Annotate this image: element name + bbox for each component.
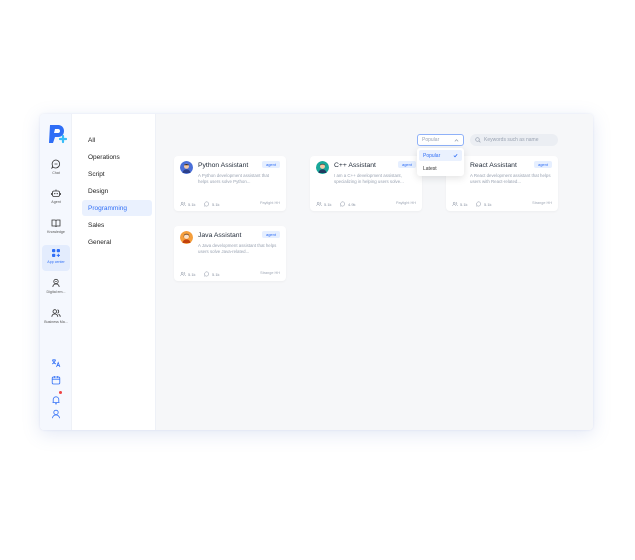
users-icon [180,271,186,277]
category-panel: All Operations Script Design Programming… [72,114,156,430]
category-sales[interactable]: Sales [82,217,152,233]
card-comments-stat: 5.1k [204,271,220,277]
card-comments-stat: 5.1k [204,201,220,207]
rail-label: Business Ma... [44,320,68,324]
translate-icon[interactable] [51,358,61,368]
category-general[interactable]: General [82,234,152,250]
rail-label: Chat [52,171,60,175]
rail-label: Agent [51,200,61,204]
assistant-card-python[interactable]: Python Assistant agent A Python developm… [174,156,286,211]
rail-item-chat[interactable]: Chat [42,156,70,182]
main-content: Popular Popular Latest Keywords such as … [156,114,593,430]
apps-icon [52,249,60,257]
sort-dropdown: Popular Latest [417,148,464,176]
card-badge: agent [261,231,280,238]
rail-item-agent[interactable]: Agent [42,185,70,211]
card-author: Strange HH [532,201,552,205]
notifications[interactable] [51,391,62,405]
card-description: A React development assistant that helps… [470,173,551,184]
card-description: A Python development assistant that help… [198,173,270,184]
search-placeholder: Keywords such as name [484,137,539,143]
card-title: C++ Assistant [334,162,376,169]
rail-label: Knowledge [47,230,65,234]
users-icon [452,201,458,207]
notification-dot [59,391,62,394]
card-author: Paylight HH [259,201,280,205]
card-title: React Assistant [470,162,517,169]
card-users-count: 5.1k [188,271,196,277]
rail-label: Digital em... [46,290,66,294]
card-comments-count: 5.1k [212,201,220,207]
app-window: Chat Agent Knowledge App center Digital … [40,114,593,430]
rail-item-knowledge[interactable]: Knowledge [42,215,70,241]
sort-option-label: Latest [423,165,437,172]
book-icon [51,219,61,228]
assistant-card-cpp[interactable]: C++ Assistant agent I am a C++ developme… [310,156,422,211]
rail-item-digital-employee[interactable]: Digital em... [42,275,70,301]
sort-option-latest[interactable]: Latest [419,163,462,174]
rail-item-business-management[interactable]: Business Ma... [42,305,70,331]
category-all[interactable]: All [82,132,152,148]
calendar-icon[interactable] [51,375,61,385]
category-programming[interactable]: Programming [82,200,152,216]
avatar [180,231,193,244]
bell-icon [52,396,60,405]
card-users-count: 5.1k [188,201,196,207]
comment-icon [204,201,209,207]
card-comments-count: 5.1k [484,201,492,207]
sort-option-label: Popular [423,152,441,159]
users-icon [51,309,61,317]
card-comments-count: 5.1k [212,271,220,277]
robot-icon [51,189,61,197]
chat-icon [51,159,61,169]
card-author: Strange HH [260,271,280,275]
users-icon [316,201,322,207]
search-icon [475,137,481,143]
comment-icon [476,201,481,207]
sort-select-value: Popular [422,137,440,143]
card-title: Java Assistant [198,232,242,239]
rail-item-app-center[interactable]: App center [42,245,70,271]
comment-icon [340,201,345,207]
card-users-count: 5.1k [324,201,332,207]
card-users-stat: 5.1k [180,201,196,207]
comment-icon [204,271,209,277]
card-title: Python Assistant [198,162,249,169]
digital-employee-icon [52,278,60,288]
icon-rail: Chat Agent Knowledge App center Digital … [40,114,72,430]
check-icon [453,153,458,158]
card-badge: agent [261,161,280,168]
card-author: Paylight HH [395,201,416,205]
logo-icon[interactable] [47,123,67,145]
sort-option-popular[interactable]: Popular [419,150,462,161]
card-comments-stat: 4.9k [340,201,356,207]
category-operations[interactable]: Operations [82,149,152,165]
user-icon[interactable] [51,409,61,419]
avatar [180,161,193,174]
card-comments-count: 4.9k [348,201,356,207]
card-badge: agent [533,161,552,168]
category-design[interactable]: Design [82,183,152,199]
assistant-card-java[interactable]: Java Assistant agent A Java development … [174,226,286,281]
search-input[interactable]: Keywords such as name [470,134,558,146]
card-users-stat: 5.1k [452,201,468,207]
rail-label: App center [47,260,65,264]
users-icon [180,201,186,207]
avatar [316,161,329,174]
category-script[interactable]: Script [82,166,152,182]
chevron-up-icon [454,139,459,142]
card-users-stat: 5.1k [316,201,332,207]
card-description: I am a C++ development assistant, specia… [334,173,404,184]
card-users-count: 5.1k [460,201,468,207]
card-comments-stat: 5.1k [476,201,492,207]
card-users-stat: 5.1k [180,271,196,277]
sort-select[interactable]: Popular [417,134,464,146]
card-badge: agent [397,161,416,168]
card-description: A Java development assistant that helps … [198,243,277,254]
